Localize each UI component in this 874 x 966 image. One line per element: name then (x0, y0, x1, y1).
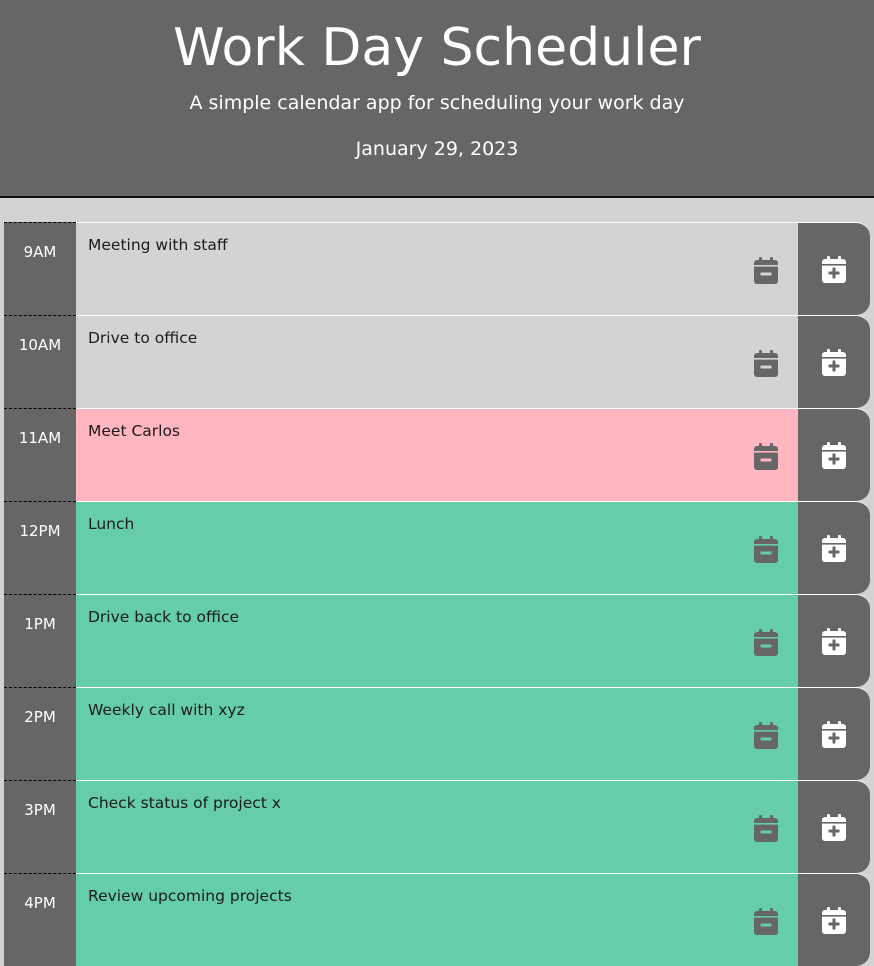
time-block-row: 11AM Meet Carlos (4, 408, 870, 501)
page-subtitle: A simple calendar app for scheduling you… (189, 92, 685, 114)
save-button[interactable] (798, 222, 870, 315)
calendar-minus-icon[interactable] (754, 722, 778, 750)
save-button[interactable] (798, 687, 870, 780)
calendar-minus-icon[interactable] (754, 629, 778, 657)
hour-label: 10AM (4, 315, 76, 408)
calendar-minus-icon[interactable] (754, 908, 778, 936)
time-block-row: 10AM Drive to office (4, 315, 870, 408)
time-block-row: 3PM Check status of project x (4, 780, 870, 873)
calendar-minus-icon[interactable] (754, 350, 778, 378)
hour-label: 4PM (4, 873, 76, 966)
time-block-row: 1PM Drive back to office (4, 594, 870, 687)
calendar-minus-icon[interactable] (754, 443, 778, 471)
save-button[interactable] (798, 873, 870, 966)
calendar-minus-icon[interactable] (754, 536, 778, 564)
event-description-input[interactable]: Review upcoming projects (76, 873, 798, 966)
schedule-list: 9AM Meeting with staff 10AM Drive to off… (4, 222, 870, 966)
time-block-row: 2PM Weekly call with xyz (4, 687, 870, 780)
hour-label: 3PM (4, 780, 76, 873)
event-description-input[interactable]: Drive back to office (76, 594, 798, 687)
calendar-minus-icon[interactable] (754, 257, 778, 285)
page-title: Work Day Scheduler (173, 18, 701, 78)
save-button[interactable] (798, 501, 870, 594)
hour-label: 1PM (4, 594, 76, 687)
page-header: Work Day Scheduler A simple calendar app… (0, 0, 874, 198)
hour-label: 2PM (4, 687, 76, 780)
save-button[interactable] (798, 594, 870, 687)
hour-label: 12PM (4, 501, 76, 594)
event-description-input[interactable]: Lunch (76, 501, 798, 594)
event-description-input[interactable]: Meet Carlos (76, 408, 798, 501)
event-description-input[interactable]: Meeting with staff (76, 222, 798, 315)
event-description-input[interactable]: Drive to office (76, 315, 798, 408)
save-button[interactable] (798, 315, 870, 408)
event-description-input[interactable]: Weekly call with xyz (76, 687, 798, 780)
hour-label: 9AM (4, 222, 76, 315)
hour-label: 11AM (4, 408, 76, 501)
event-description-input[interactable]: Check status of project x (76, 780, 798, 873)
time-block-row: 4PM Review upcoming projects (4, 873, 870, 966)
time-block-row: 9AM Meeting with staff (4, 222, 870, 315)
save-button[interactable] (798, 408, 870, 501)
time-block-row: 12PM Lunch (4, 501, 870, 594)
calendar-minus-icon[interactable] (754, 815, 778, 843)
current-date: January 29, 2023 (355, 138, 519, 160)
save-button[interactable] (798, 780, 870, 873)
